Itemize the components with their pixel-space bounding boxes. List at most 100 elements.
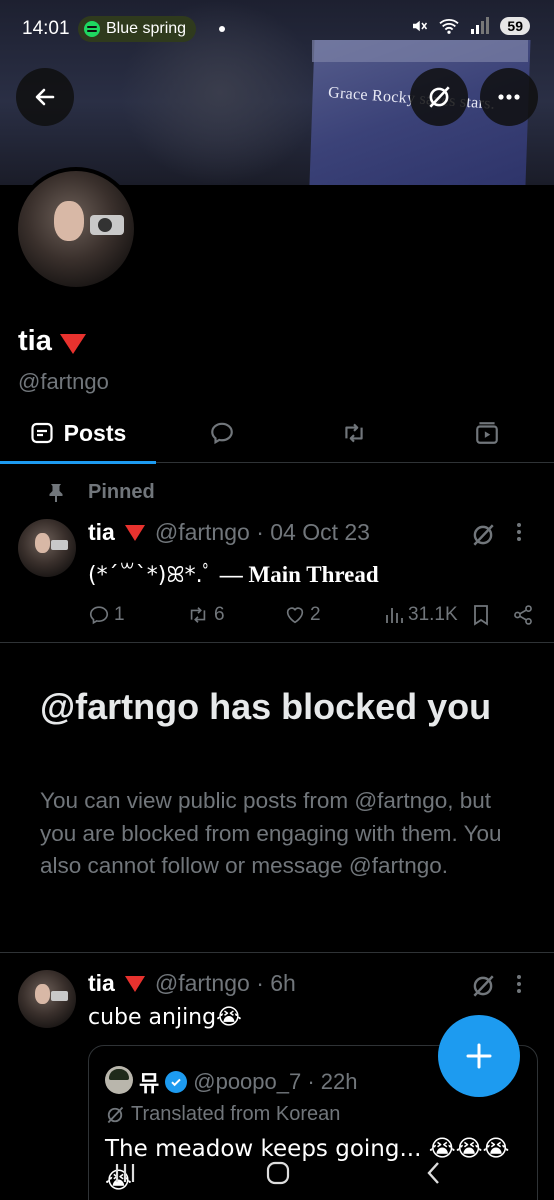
tab-replies[interactable]: [190, 403, 254, 463]
active-tab-indicator: [0, 461, 156, 464]
tab-media[interactable]: [455, 403, 519, 463]
profile-tabs: Posts: [0, 403, 554, 464]
now-playing-pill[interactable]: Blue spring: [78, 16, 197, 42]
tab-posts-label: Posts: [63, 419, 127, 446]
home-button[interactable]: [258, 1153, 298, 1193]
share-button[interactable]: [512, 604, 534, 626]
reply-icon: [89, 606, 109, 625]
reply-button[interactable]: 1: [88, 604, 125, 626]
more-horizontal-icon: [498, 94, 520, 100]
plus-icon: [466, 1043, 492, 1069]
status-bar: 14:01 Blue spring 59: [0, 0, 554, 58]
system-nav-bar: [0, 1145, 554, 1200]
post-header: tia @fartngo · 6h: [88, 970, 296, 997]
grok-icon: [473, 524, 494, 546]
posts-icon: [31, 422, 53, 444]
like-button[interactable]: 2: [284, 604, 321, 626]
blocked-title: @fartngo has blocked you: [40, 686, 492, 727]
grok-button[interactable]: [410, 68, 468, 126]
wifi-icon: [439, 19, 460, 34]
profile-avatar[interactable]: [14, 167, 138, 291]
avatar-face: [35, 984, 50, 1004]
pinned-indicator: Pinned: [48, 481, 155, 504]
avatar-camera-lens: [98, 218, 112, 232]
post-author-name[interactable]: tia: [88, 519, 115, 546]
divider: [0, 952, 554, 953]
profile-name-text: tia: [18, 325, 52, 357]
status-time: 14:01: [22, 18, 70, 39]
post-meta: @fartngo · 6h: [154, 970, 296, 996]
avatar-face: [35, 533, 50, 553]
views-count: 31.1K: [408, 604, 458, 625]
more-vertical-icon: [517, 523, 521, 541]
translated-indicator[interactable]: Translated from Korean: [105, 1103, 340, 1126]
post-actions: 1 6 2 31.1K: [88, 600, 536, 630]
more-options-button[interactable]: [480, 68, 538, 126]
notification-dot: [219, 26, 225, 32]
red-triangle-icon: [124, 975, 145, 992]
post-avatar[interactable]: [18, 519, 76, 577]
blocked-description: You can view public posts from @fartngo,…: [40, 788, 502, 878]
reposts-icon: [345, 423, 363, 443]
heart-icon: [286, 607, 304, 624]
post-grok-button[interactable]: [470, 973, 496, 1004]
post-text-bold: — Main Thread: [219, 562, 379, 587]
translated-label: Translated from Korean: [131, 1103, 341, 1125]
views-button[interactable]: 31.1K: [384, 604, 458, 626]
post-text: (*ˊ꒳ˋ*)ꕤ*.ﾟ — Main Thread: [88, 557, 379, 589]
bookmark-button[interactable]: [472, 604, 490, 626]
grok-icon: [473, 975, 494, 997]
divider: [0, 642, 554, 643]
avatar-face: [54, 201, 84, 241]
quoted-avatar: [105, 1066, 133, 1094]
post-more-button[interactable]: [516, 520, 522, 550]
quoted-header: 뮤 @poopo_7 · 22h: [139, 1066, 358, 1098]
pinned-label: Pinned: [88, 481, 155, 503]
spotify-icon: [84, 21, 100, 37]
mute-icon: [413, 20, 428, 32]
quoted-meta: @poopo_7 · 22h: [193, 1069, 358, 1094]
more-vertical-icon: [517, 975, 521, 993]
share-icon: [514, 605, 532, 625]
battery-level: 59: [500, 17, 530, 35]
like-count: 2: [310, 604, 321, 625]
grok-icon: [107, 1106, 124, 1123]
system-back-button[interactable]: [414, 1153, 454, 1193]
post-text-kaomoji: (*ˊ꒳ˋ*)ꕤ*.ﾟ: [88, 563, 214, 588]
bookmark-icon: [474, 605, 488, 626]
home-icon: [266, 1161, 290, 1185]
post-more-button[interactable]: [516, 972, 522, 1002]
tab-posts[interactable]: Posts: [0, 403, 156, 464]
now-playing-title: Blue spring: [106, 20, 187, 37]
post-text: cube anjing😭: [88, 1005, 242, 1030]
grok-icon: [429, 86, 450, 108]
post-header: tia @fartngo · 04 Oct 23: [88, 519, 370, 546]
post-author-name[interactable]: tia: [88, 970, 115, 997]
red-triangle-icon: [124, 524, 145, 541]
verified-badge-icon: [165, 1071, 188, 1093]
repost-count: 6: [214, 604, 225, 625]
profile-handle: @fartngo: [18, 369, 109, 394]
quoted-author-name: 뮤: [139, 1071, 160, 1096]
back-button[interactable]: [16, 68, 74, 126]
profile-name: tia: [18, 325, 86, 358]
post-avatar[interactable]: [18, 970, 76, 1028]
compose-button[interactable]: [438, 1015, 520, 1097]
repost-button[interactable]: 6: [186, 604, 225, 626]
back-chevron-icon: [427, 1162, 439, 1184]
post-meta: @fartngo · 04 Oct 23: [154, 519, 370, 545]
status-icons: 59: [410, 17, 530, 35]
avatar-camera: [51, 540, 68, 550]
media-icon: [476, 422, 498, 444]
tab-reposts[interactable]: [322, 403, 386, 463]
pin-icon: [49, 483, 63, 502]
repost-icon: [190, 607, 206, 623]
views-icon: [386, 608, 403, 623]
post-grok-button[interactable]: [470, 522, 496, 553]
recent-apps-icon: [115, 1164, 135, 1182]
recent-apps-button[interactable]: [105, 1153, 145, 1193]
signal-icon: [471, 17, 490, 34]
back-arrow-icon: [35, 88, 55, 106]
avatar-camera: [51, 991, 68, 1001]
replies-icon: [211, 422, 233, 445]
